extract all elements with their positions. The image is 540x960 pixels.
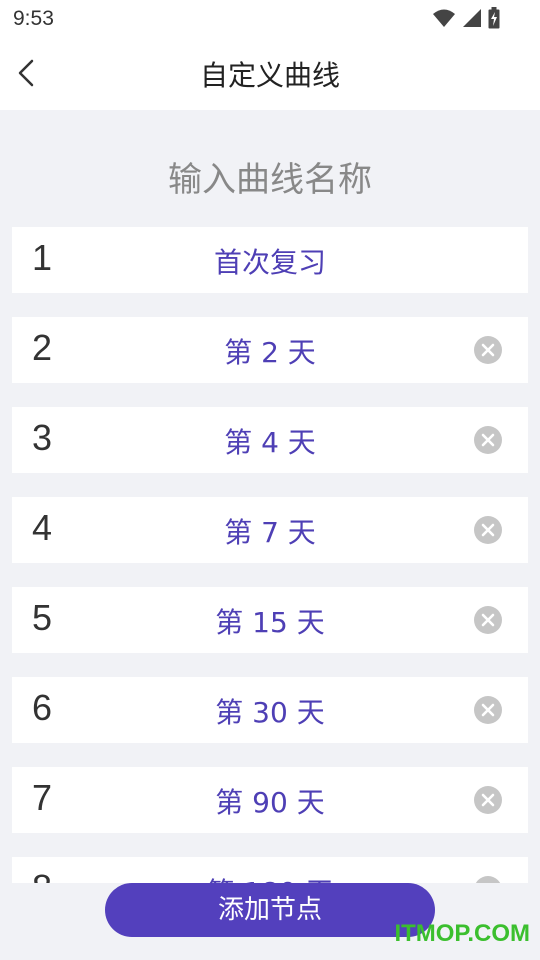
remove-node-icon[interactable] bbox=[474, 426, 502, 454]
status-bar: 9:53 bbox=[0, 0, 540, 38]
node-label[interactable]: 第 180 天 bbox=[12, 871, 528, 883]
node-list: 1 首次复习 2 第 2 天 3第 4 天 4第 7 天 5第 15 天 6第 30 天 7第 … bbox=[12, 227, 528, 883]
node-row[interactable]: 3第 4 天 bbox=[12, 407, 528, 473]
node-label[interactable]: 第 7 天 bbox=[12, 511, 528, 551]
battery-icon bbox=[488, 7, 500, 29]
node-row[interactable]: 4第 7 天 bbox=[12, 497, 528, 563]
remove-node-icon[interactable] bbox=[474, 786, 502, 814]
wifi-icon bbox=[433, 9, 455, 27]
remove-node-icon[interactable] bbox=[474, 876, 502, 883]
status-time: 9:53 bbox=[13, 7, 54, 30]
status-icons bbox=[432, 6, 500, 30]
node-label[interactable]: 首次复习 bbox=[12, 241, 528, 281]
curve-name-input[interactable]: 输入曲线名称 bbox=[0, 152, 540, 201]
add-node-button[interactable]: 添加节点 bbox=[105, 883, 435, 937]
remove-node-icon[interactable] bbox=[474, 516, 502, 544]
node-row[interactable]: 5第 15 天 bbox=[12, 587, 528, 653]
signal-icon bbox=[463, 9, 481, 27]
title-bar: 自定义曲线 bbox=[0, 38, 540, 110]
watermark: ITMOP.COM bbox=[394, 920, 530, 947]
node-label[interactable]: 第 90 天 bbox=[12, 781, 528, 821]
remove-node-icon[interactable] bbox=[474, 606, 502, 634]
node-label[interactable]: 第 2 天 bbox=[12, 331, 528, 371]
page-title: 自定义曲线 bbox=[199, 59, 340, 92]
node-label[interactable]: 第 15 天 bbox=[12, 601, 528, 641]
node-label[interactable]: 第 30 天 bbox=[12, 691, 528, 731]
node-row[interactable]: 8第 180 天 bbox=[12, 857, 528, 883]
node-row[interactable]: 2第 2 天 bbox=[12, 317, 528, 383]
node-label[interactable]: 第 4 天 bbox=[12, 421, 528, 461]
node-row[interactable]: 7第 90 天 bbox=[12, 767, 528, 833]
remove-node-icon[interactable] bbox=[474, 336, 502, 364]
node-row[interactable]: 6第 30 天 bbox=[12, 677, 528, 743]
node-row[interactable]: 1 首次复习 bbox=[12, 227, 528, 293]
remove-node-icon[interactable] bbox=[474, 696, 502, 724]
